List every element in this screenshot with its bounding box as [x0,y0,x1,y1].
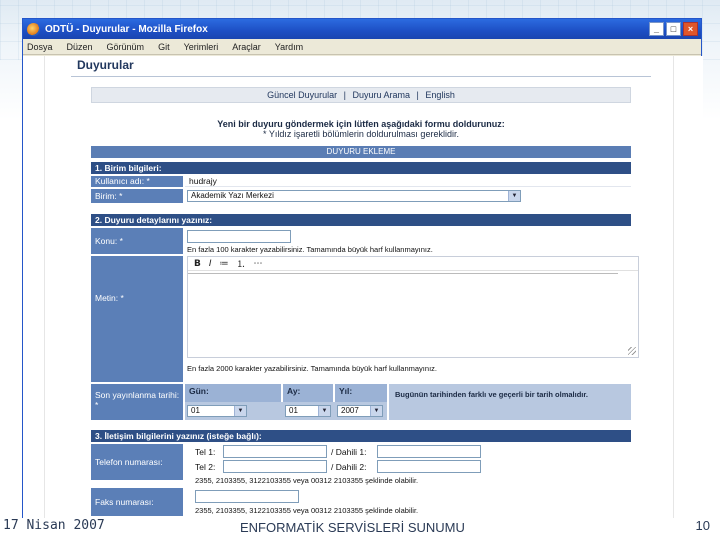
required-note: * Yıldız işaretli bölümlerin doldurulmas… [263,129,459,139]
more-icon[interactable]: ⋯ [254,259,263,269]
nav-search[interactable]: Duyuru Arama [350,90,412,100]
year-head: Yıl: [335,384,387,402]
dahili2-label: / Dahili 2: [331,462,367,472]
month-selected: 01 [289,406,298,415]
intro-text: Yeni bir duyuru göndermek için lütfen aş… [217,119,505,129]
menu-help[interactable]: Yardım [275,42,303,52]
numbered-list-icon[interactable]: ⒈ [237,257,246,270]
username-value: hudrajy [185,176,631,187]
page-title: Duyurular [77,58,134,72]
chevron-down-icon: ▼ [508,191,520,201]
nav-separator: | [416,90,419,100]
body-hint: En fazla 2000 karakter yazabilirsiniz. T… [187,364,437,373]
chevron-down-icon: ▼ [370,406,382,416]
phone-hint: 2355, 2103355, 3122103355 veya 00312 210… [195,476,419,485]
browser-window: ODTÜ - Duyurular - Mozilla Firefox _ □ ×… [22,18,703,518]
editor-toolbar: B I ≔ ⒈ ⋯ [188,257,638,271]
minimize-button[interactable]: _ [649,22,664,36]
right-margin [673,56,703,518]
form-header: DUYURU EKLEME [91,146,631,158]
section-unit-title: 1. Birim bilgileri: [91,162,631,174]
day-selected: 01 [191,406,200,415]
fax-label: Faks numarası: [91,488,183,516]
resize-handle-icon[interactable] [628,347,636,355]
menu-view[interactable]: Görünüm [107,42,145,52]
unit-selected: Akademik Yazı Merkezi [191,191,274,200]
footer-title: ENFORMATİK SERVİSLERİ SUNUMU [240,520,465,535]
footer-date: 17 Nisan 2007 [3,518,105,533]
month-select[interactable]: 01 ▼ [285,405,331,417]
year-select[interactable]: 2007 ▼ [337,405,383,417]
month-head: Ay: [283,384,333,402]
menu-bar: Dosya Düzen Görünüm Git Yerimleri Araçla… [23,39,701,55]
title-bar[interactable]: ODTÜ - Duyurular - Mozilla Firefox _ □ × [23,19,701,39]
date-note: Bugünün tarihinden farklı ve geçerli bir… [389,384,631,420]
title-divider [71,76,651,77]
unit-select[interactable]: Akademik Yazı Merkezi ▼ [187,190,521,202]
menu-tools[interactable]: Araçlar [232,42,261,52]
subject-label: Konu: * [91,228,183,254]
section-details-title: 2. Duyuru detaylarını yazınız: [91,214,631,226]
day-select[interactable]: 01 ▼ [187,405,247,417]
nav-separator: | [343,90,346,100]
body-textarea[interactable] [188,273,618,358]
tel1-input[interactable] [223,445,327,458]
subject-hint: En fazla 100 karakter yazabilirsiniz. Ta… [187,245,433,254]
page-content: Duyurular Güncel Duyurular | Duyuru Aram… [71,56,651,518]
tel2-label: Tel 2: [195,462,216,472]
page-number: 10 [695,518,710,533]
username-label: Kullanıcı adı: * [91,176,183,187]
day-head: Gün: [185,384,281,402]
fax-hint: 2355, 2103355, 3122103355 veya 00312 210… [195,506,419,515]
bullet-list-icon[interactable]: ≔ [220,259,229,269]
section-contact-title: 3. İletişim bilgilerini yazınız (isteğe … [91,430,631,442]
left-margin [23,56,45,518]
tel1-label: Tel 1: [195,447,216,457]
menu-go[interactable]: Git [158,42,170,52]
menu-bookmarks[interactable]: Yerimleri [184,42,219,52]
nav-english[interactable]: English [423,90,457,100]
page-viewport: Duyurular Güncel Duyurular | Duyuru Aram… [23,56,703,518]
tel2-input[interactable] [223,460,327,473]
body-label: Metin: * [91,256,183,382]
date-label: Son yayınlanma tarihi: * [91,384,183,420]
dahili1-input[interactable] [377,445,481,458]
nav-bar: Güncel Duyurular | Duyuru Arama | Englis… [91,87,631,103]
maximize-button[interactable]: □ [666,22,681,36]
menu-edit[interactable]: Düzen [67,42,93,52]
menu-file[interactable]: Dosya [27,42,53,52]
nav-current-announcements[interactable]: Güncel Duyurular [265,90,339,100]
bold-icon[interactable]: B [194,259,201,269]
phone-label: Telefon numarası: [91,444,183,480]
close-button[interactable]: × [683,22,698,36]
chevron-down-icon: ▼ [318,406,330,416]
chevron-down-icon: ▼ [234,406,246,416]
firefox-icon [27,22,40,36]
body-editor[interactable]: B I ≔ ⒈ ⋯ [187,256,639,358]
subject-input[interactable] [187,230,291,243]
unit-label: Birim: * [91,189,183,203]
fax-input[interactable] [195,490,299,503]
year-selected: 2007 [341,406,359,415]
window-title: ODTÜ - Duyurular - Mozilla Firefox [45,23,208,35]
dahili1-label: / Dahili 1: [331,447,367,457]
dahili2-input[interactable] [377,460,481,473]
italic-icon[interactable]: I [209,259,212,269]
